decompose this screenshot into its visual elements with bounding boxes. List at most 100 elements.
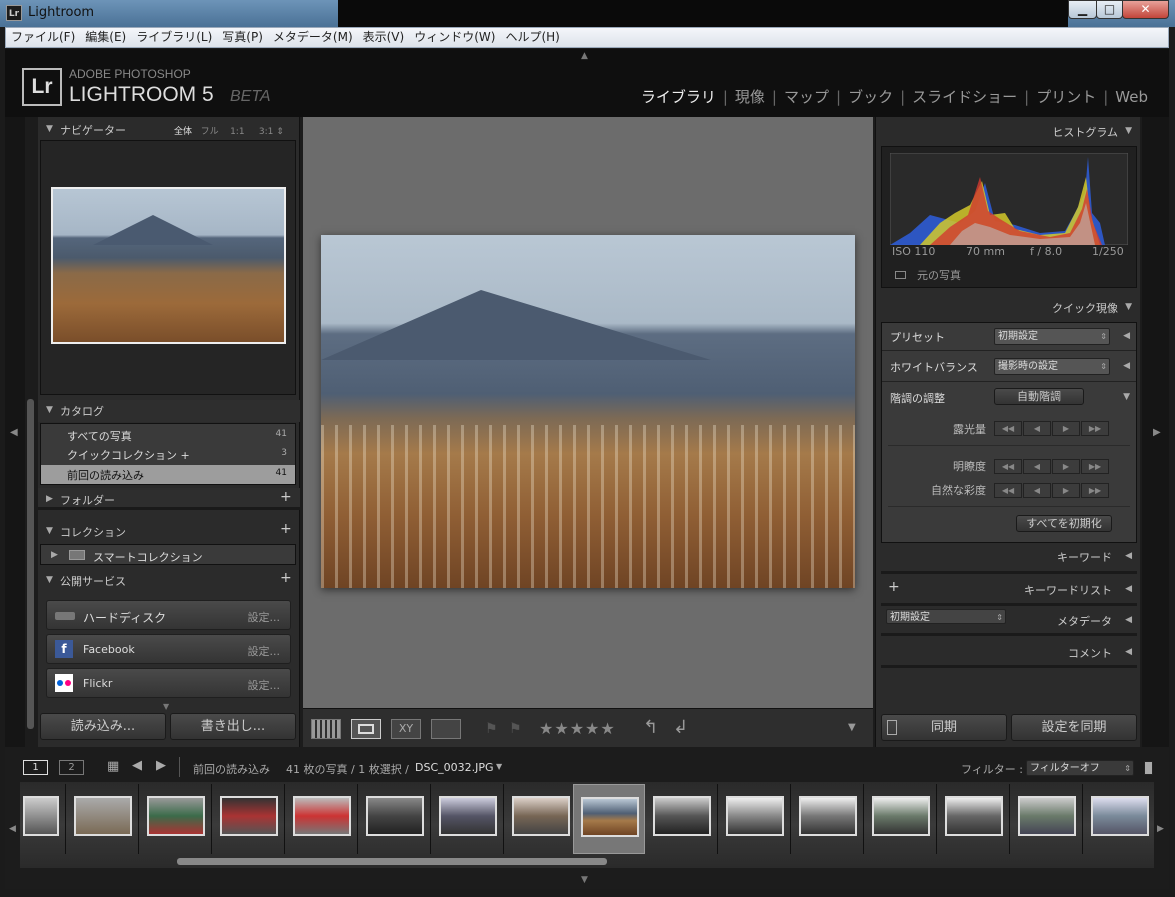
expand-icon[interactable]: ◀ [1125,584,1132,594]
catalog-item-quick-collection[interactable]: クイックコレクション + 3 [41,445,295,463]
exposure-stepper[interactable]: ◀◀ ◀ ▶ ▶▶ [994,421,1109,436]
add-folder-icon[interactable]: + [280,489,292,505]
increase-large-icon[interactable]: ▶▶ [1081,483,1109,498]
primary-window-button[interactable]: 1 [23,760,48,775]
main-photo[interactable] [321,235,855,588]
filmstrip-thumbnail[interactable] [505,784,577,854]
sync-toggle-icon[interactable] [887,720,897,735]
menu-window[interactable]: ウィンドウ(W) [409,28,500,47]
module-library[interactable]: ライブラリ [634,88,723,106]
increase-large-icon[interactable]: ▶▶ [1081,421,1109,436]
filmstrip-thumbnail[interactable] [719,784,791,854]
zoom-chevron-icon[interactable]: ⇕ [276,127,284,137]
expand-icon[interactable]: ▶ [46,494,53,504]
filmstrip-thumbnail[interactable] [67,784,139,854]
filmstrip-thumbnail[interactable] [1011,784,1083,854]
module-book[interactable]: ブック [841,88,900,106]
expand-icon[interactable]: ◀ [1125,551,1132,561]
secondary-window-button[interactable]: 2 [59,760,84,775]
expand-icon[interactable]: ◀ [1123,331,1130,341]
vibrance-stepper[interactable]: ◀◀ ◀ ▶ ▶▶ [994,483,1109,498]
filmstrip-source[interactable]: 前回の読み込み [193,761,270,777]
decrease-icon[interactable]: ◀ [1023,459,1051,474]
grid-view-icon[interactable] [311,719,341,739]
publish-setup-link[interactable]: 設定... [248,609,281,625]
pick-flag-icon[interactable]: ⚑ [485,721,498,737]
module-web[interactable]: Web [1108,88,1155,106]
loupe-view-icon[interactable] [351,719,381,739]
histogram-graph[interactable] [890,153,1128,245]
increase-icon[interactable]: ▶ [1052,421,1080,436]
module-slideshow[interactable]: スライドショー [905,88,1024,106]
decrease-large-icon[interactable]: ◀◀ [994,483,1022,498]
compare-view-icon[interactable]: XY [391,719,421,739]
close-window-button[interactable]: ✕ [1122,0,1169,19]
expand-icon[interactable]: ◀ [1125,647,1132,657]
minimize-button[interactable]: ▁ [1068,0,1097,19]
clarity-stepper[interactable]: ◀◀ ◀ ▶ ▶▶ [994,459,1109,474]
publish-flickr[interactable]: Flickr 設定... [46,668,291,698]
survey-view-icon[interactable] [431,719,461,739]
toolbar-menu-chevron-icon[interactable]: ▼ [848,722,856,733]
left-panel-scrollbar[interactable] [27,399,34,729]
reject-flag-icon[interactable]: ⚑ [509,721,522,737]
menu-file[interactable]: ファイル(F) [6,28,80,47]
add-publish-service-icon[interactable]: + [280,570,292,586]
menu-library[interactable]: ライブラリ(L) [131,28,217,47]
zoom-fit[interactable]: 全体 [174,127,192,137]
catalog-item-all-photos[interactable]: すべての写真 41 [41,426,295,444]
menu-metadata[interactable]: メタデータ(M) [268,28,358,47]
filmstrip-thumbnail[interactable] [286,784,358,854]
decrease-icon[interactable]: ◀ [1023,421,1051,436]
forward-arrow-icon[interactable]: ▶ [156,758,166,773]
filmstrip-thumbnail[interactable] [140,784,212,854]
increase-icon[interactable]: ▶ [1052,483,1080,498]
sync-settings-button[interactable]: 設定を同期 [1011,714,1137,741]
module-develop[interactable]: 現像 [728,88,772,106]
grid-icon[interactable]: ▦ [107,759,119,774]
filter-select[interactable]: フィルターオフ ⇕ [1026,760,1134,776]
file-menu-chevron-icon[interactable]: ▼ [496,762,502,771]
filmstrip-file-name[interactable]: DSC_0032.JPG [415,761,494,774]
menu-help[interactable]: ヘルプ(H) [500,28,564,47]
filmstrip-thumbnail[interactable] [646,784,718,854]
publish-setup-link[interactable]: 設定... [248,677,281,693]
panel-scroll-down-icon[interactable]: ▼ [163,702,169,711]
filmstrip-thumbnail[interactable] [1084,784,1154,854]
add-keyword-icon[interactable]: + [888,579,900,595]
right-panel-toggle-icon[interactable]: ▶ [1153,427,1161,438]
filmstrip-scrollbar[interactable] [177,858,607,865]
rotate-left-icon[interactable]: ↰ [643,717,658,738]
navigator-thumbnail[interactable] [51,187,286,344]
filmstrip-thumbnail-selected[interactable] [573,784,645,854]
auto-tone-button[interactable]: 自動階調 [994,388,1084,405]
menu-view[interactable]: 表示(V) [358,28,410,47]
publish-setup-link[interactable]: 設定... [248,643,281,659]
sync-button[interactable]: 同期 [881,714,1007,741]
publish-facebook[interactable]: f Facebook 設定... [46,634,291,664]
collapse-icon[interactable]: ▼ [1125,126,1132,136]
back-arrow-icon[interactable]: ◀ [132,758,142,773]
expand-icon[interactable]: ▶ [51,550,58,560]
filmstrip-thumbnail[interactable] [792,784,864,854]
zoom-3-1[interactable]: 3:1 [259,127,273,137]
collapse-icon[interactable]: ▼ [46,575,53,585]
filmstrip-thumbnail[interactable] [20,784,66,854]
filter-lock-icon[interactable] [1144,761,1153,775]
menu-edit[interactable]: 編集(E) [80,28,131,47]
show-original-checkbox[interactable] [895,271,906,279]
zoom-1-1[interactable]: 1:1 [230,127,244,137]
expand-icon[interactable]: ◀ [1123,361,1130,371]
white-balance-select[interactable]: 撮影時の設定 ⇕ [994,358,1110,375]
menu-photo[interactable]: 写真(P) [217,28,268,47]
decrease-large-icon[interactable]: ◀◀ [994,459,1022,474]
preset-select[interactable]: 初期設定 ⇕ [994,328,1110,345]
collapse-icon[interactable]: ▼ [46,124,53,134]
filmstrip-thumbnail[interactable] [865,784,937,854]
star-rating[interactable]: ★★★★★ [539,719,616,738]
export-button[interactable]: 書き出し... [170,713,296,740]
left-panel-toggle-icon[interactable]: ◀ [10,427,18,438]
collapse-icon[interactable]: ▼ [1125,302,1132,312]
decrease-large-icon[interactable]: ◀◀ [994,421,1022,436]
expand-icon[interactable]: ▼ [1123,392,1130,402]
